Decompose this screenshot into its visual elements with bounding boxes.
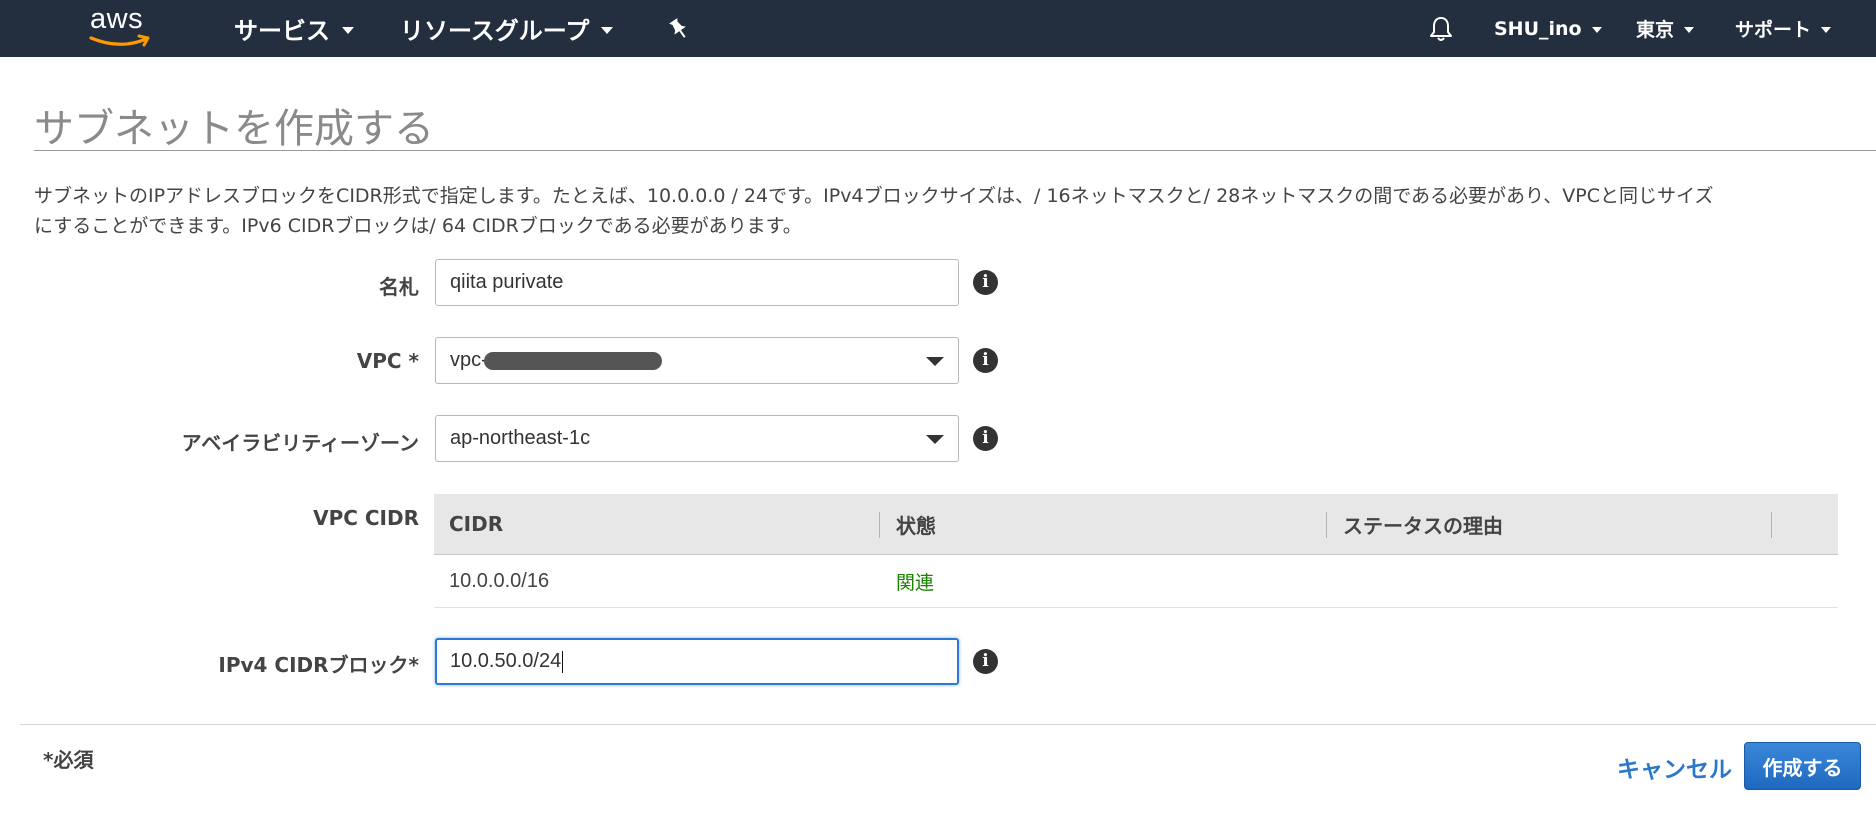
name-tag-label: 名札 <box>379 275 419 299</box>
text-cursor <box>562 650 564 673</box>
cancel-button[interactable]: キャンセル <box>1617 750 1732 784</box>
required-note: *必須 <box>43 748 94 772</box>
resource-groups-menu[interactable]: リソースグループ <box>400 0 614 57</box>
ipv4-cidr-input[interactable]: 10.0.50.0/24 <box>435 638 959 685</box>
region-menu[interactable]: 東京 <box>1636 0 1695 57</box>
page-description: サブネットのIPアドレスブロックをCIDR形式で指定します。たとえば、10.0.… <box>34 181 1876 241</box>
column-header-label: CIDR <box>449 512 504 536</box>
chevron-down-icon <box>342 26 354 34</box>
pushpin-icon <box>669 17 686 38</box>
column-header-status-reason[interactable]: ステータスの理由 <box>1327 494 1772 555</box>
vpc-select[interactable]: vpc- <box>435 337 959 384</box>
info-icon[interactable]: i <box>973 426 998 451</box>
availability-zone-select[interactable]: ap-northeast-1c <box>435 415 959 462</box>
services-menu-label: サービス <box>234 17 330 45</box>
top-navigation-bar: aws サービス リソースグループ SHU_ino 東京 サポート <box>0 0 1876 57</box>
description-line-2: にすることができます。IPv6 CIDRブロックは/ 64 CIDRブロックであ… <box>34 215 802 237</box>
chevron-down-icon <box>926 357 944 366</box>
page-title: サブネットを作成する <box>34 106 434 152</box>
status-cell: 関連 <box>896 571 935 594</box>
aws-logo-text: aws <box>90 3 144 35</box>
column-header-state[interactable]: 状態 <box>880 494 1327 555</box>
column-header-label: ステータスの理由 <box>1343 513 1503 538</box>
availability-zone-value: ap-northeast-1c <box>450 427 591 449</box>
ipv4-cidr-value: 10.0.50.0/24 <box>450 650 562 672</box>
table-row: 10.0.0.0/16 関連 <box>434 555 1838 608</box>
column-header-cidr[interactable]: CIDR <box>434 494 880 555</box>
bell-icon <box>1430 16 1452 41</box>
name-tag-input[interactable]: qiita purivate <box>435 259 959 306</box>
footer-divider <box>20 724 1876 725</box>
account-menu[interactable]: SHU_ino <box>1494 0 1602 57</box>
account-name: SHU_ino <box>1494 17 1582 40</box>
chevron-down-icon <box>1591 27 1602 33</box>
support-menu-label: サポート <box>1735 19 1812 41</box>
chevron-down-icon <box>926 435 944 444</box>
resource-groups-menu-label: リソースグループ <box>400 17 590 45</box>
table-header: CIDR 状態 ステータスの理由 <box>434 494 1838 555</box>
vpc-cidr-table: CIDR 状態 ステータスの理由 10.0.0.0/16 関連 <box>434 494 1838 608</box>
chevron-down-icon <box>601 26 614 34</box>
availability-zone-label: アベイラビリティーゾーン <box>181 431 419 455</box>
redacted-vpc-id <box>483 351 662 370</box>
info-icon[interactable]: i <box>973 649 998 674</box>
ipv4-cidr-label: IPv4 CIDRブロック* <box>218 653 419 677</box>
create-button[interactable]: 作成する <box>1744 742 1861 790</box>
title-divider <box>34 150 1876 151</box>
chevron-down-icon <box>1684 27 1695 33</box>
column-header-label: 状態 <box>896 513 936 538</box>
column-header-empty <box>1772 494 1838 555</box>
description-line-1: サブネットのIPアドレスブロックをCIDR形式で指定します。たとえば、10.0.… <box>34 185 1714 207</box>
vpc-label: VPC * <box>356 349 419 373</box>
vpc-value: vpc- <box>450 349 488 371</box>
pin-button[interactable] <box>668 0 690 57</box>
cidr-cell: 10.0.0.0/16 <box>449 569 550 592</box>
support-menu[interactable]: サポート <box>1735 0 1832 57</box>
aws-logo[interactable]: aws <box>88 3 160 49</box>
notifications-button[interactable] <box>1428 0 1454 57</box>
name-tag-value: qiita purivate <box>450 271 564 293</box>
services-menu[interactable]: サービス <box>234 0 354 57</box>
info-icon[interactable]: i <box>973 348 998 373</box>
info-icon[interactable]: i <box>973 270 998 295</box>
region-name: 東京 <box>1636 19 1675 41</box>
vpc-cidr-label: VPC CIDR <box>313 506 419 530</box>
chevron-down-icon <box>1821 27 1832 33</box>
aws-smile-icon <box>89 34 150 47</box>
